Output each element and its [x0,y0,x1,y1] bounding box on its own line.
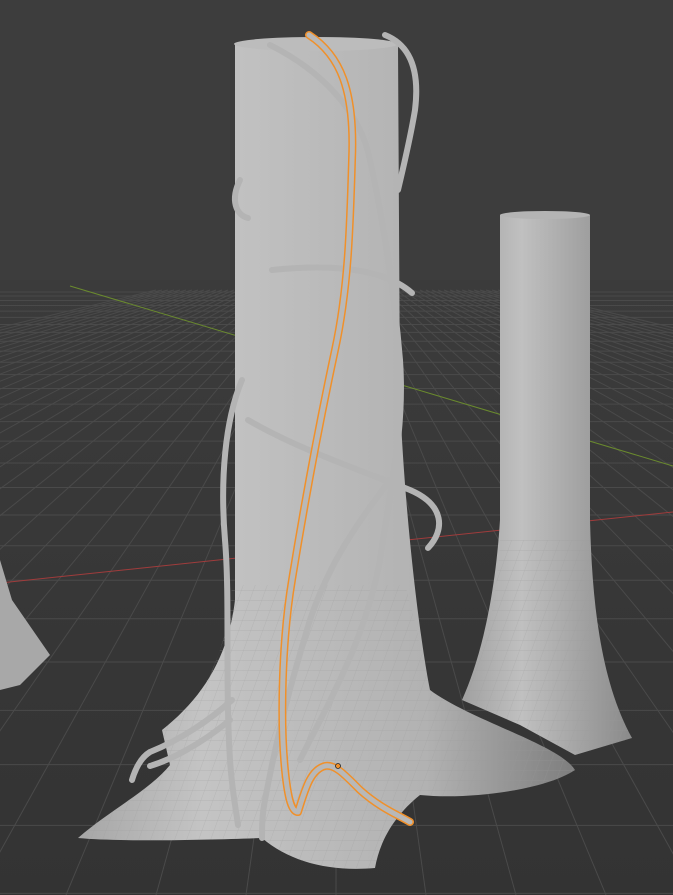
curve-control-point[interactable] [335,763,341,769]
viewport-scene[interactable] [0,0,673,895]
3d-viewport[interactable] [0,0,673,895]
